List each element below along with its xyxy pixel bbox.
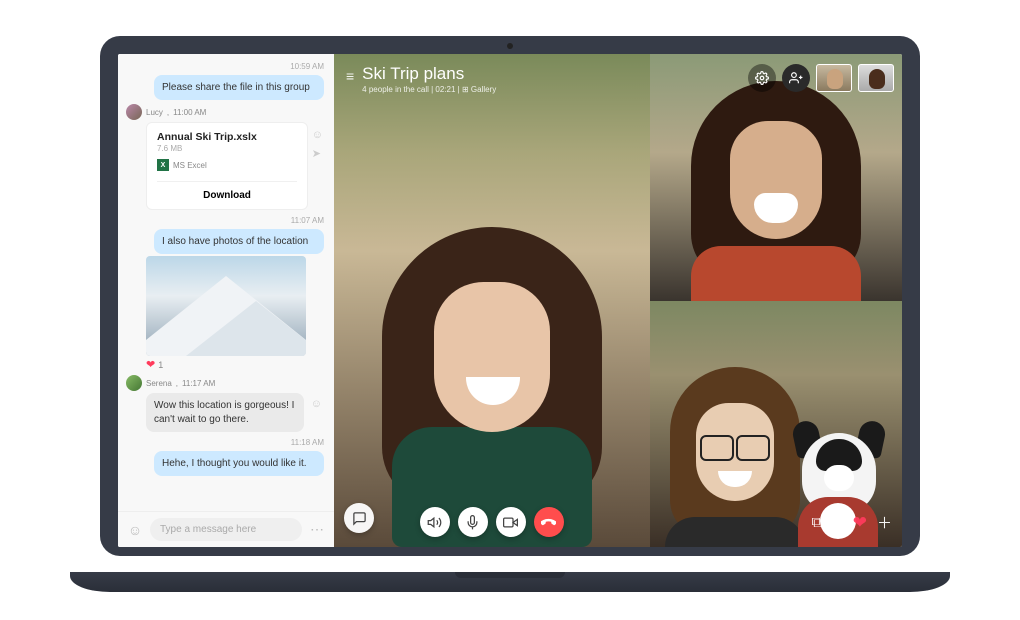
- reaction-controls: ⧉ ⛶ ❤ ＋: [812, 512, 893, 533]
- call-subtitle: 4 people in the call | 02:21 | ⊞ Gallery: [362, 85, 496, 94]
- heart-icon: ❤: [146, 358, 155, 371]
- reaction-row[interactable]: ❤ 1: [146, 358, 324, 371]
- expand-icon[interactable]: ⛶: [832, 514, 843, 531]
- call-header-right: [748, 64, 894, 92]
- phone-hangup-icon: [541, 515, 556, 530]
- laptop-base: [70, 572, 950, 592]
- sender-time: 11:17 AM: [182, 379, 215, 388]
- speaker-button[interactable]: [420, 507, 450, 537]
- photo-attachment[interactable]: [146, 256, 306, 356]
- add-user-icon: [789, 71, 803, 85]
- sender-time: 11:00 AM: [173, 108, 206, 117]
- video-tile-main[interactable]: ≡ Ski Trip plans 4 people in the call | …: [334, 54, 650, 547]
- participant-thumbnail[interactable]: [816, 64, 852, 92]
- mic-button[interactable]: [458, 507, 488, 537]
- timestamp: 11:18 AM: [124, 436, 328, 449]
- camera-button[interactable]: [496, 507, 526, 537]
- message-input[interactable]: Type a message here: [150, 518, 302, 541]
- incoming-message[interactable]: Wow this location is gorgeous! I can't w…: [146, 393, 304, 432]
- self-view-thumbnail[interactable]: [858, 64, 894, 92]
- emoji-react-icon[interactable]: ☺: [312, 129, 323, 141]
- file-name: Annual Ski Trip.xslx: [157, 131, 297, 143]
- video-tile[interactable]: ⧉ ⛶ ❤ ＋: [650, 301, 902, 548]
- add-participant-button[interactable]: [782, 64, 810, 92]
- laptop-frame: 10:59 AM Please share the file in this g…: [70, 36, 950, 584]
- more-icon[interactable]: ⋯: [308, 521, 326, 538]
- speaker-icon: [427, 515, 442, 530]
- file-type-row: X MS Excel: [157, 159, 297, 171]
- hangup-button[interactable]: [534, 507, 564, 537]
- video-side-column: ⧉ ⛶ ❤ ＋: [650, 54, 902, 547]
- menu-icon[interactable]: ≡: [346, 68, 354, 84]
- sender-row: Lucy, 11:00 AM: [126, 104, 326, 120]
- file-app: MS Excel: [173, 161, 207, 170]
- participant-video: [676, 81, 876, 301]
- outgoing-message[interactable]: I also have photos of the location: [154, 229, 324, 254]
- participant-video: [362, 227, 622, 547]
- chat-scroll[interactable]: 10:59 AM Please share the file in this g…: [118, 54, 334, 511]
- chat-panel: 10:59 AM Please share the file in this g…: [118, 54, 334, 547]
- video-call-area: ≡ Ski Trip plans 4 people in the call | …: [334, 54, 902, 547]
- sender-row: Serena, 11:17 AM: [126, 375, 326, 391]
- timestamp: 10:59 AM: [124, 60, 328, 73]
- outgoing-message[interactable]: Please share the file in this group: [154, 75, 324, 100]
- add-reaction-icon[interactable]: ＋: [877, 512, 892, 533]
- settings-button[interactable]: [748, 64, 776, 92]
- sender-name: Lucy: [146, 108, 163, 117]
- avatar[interactable]: [126, 375, 142, 391]
- call-header: ≡ Ski Trip plans 4 people in the call | …: [346, 64, 496, 94]
- excel-icon: X: [157, 159, 169, 171]
- call-controls: [334, 507, 650, 537]
- reaction-count: 1: [158, 360, 163, 370]
- laptop-bezel: 10:59 AM Please share the file in this g…: [100, 36, 920, 556]
- webcam-dot: [507, 43, 513, 49]
- mountain-illustration: [186, 301, 306, 356]
- camera-icon: [503, 515, 518, 530]
- timestamp: 11:07 AM: [124, 214, 328, 227]
- mic-icon: [465, 515, 480, 530]
- card-actions: ☺ ➤: [312, 129, 323, 160]
- avatar[interactable]: [126, 104, 142, 120]
- call-title: Ski Trip plans: [362, 64, 496, 84]
- emoji-picker-icon[interactable]: ☺: [126, 522, 144, 538]
- video-tile[interactable]: [650, 54, 902, 301]
- outgoing-message[interactable]: Hehe, I thought you would like it.: [154, 451, 324, 476]
- download-button[interactable]: Download: [157, 181, 297, 201]
- emoji-react-icon[interactable]: ☺: [311, 397, 322, 412]
- pip-icon[interactable]: ⧉: [812, 514, 823, 531]
- file-attachment-card[interactable]: Annual Ski Trip.xslx 7.6 MB X MS Excel D…: [146, 122, 308, 210]
- sender-name: Serena: [146, 379, 172, 388]
- message-composer: ☺ Type a message here ⋯: [118, 511, 334, 547]
- gear-icon: [755, 71, 769, 85]
- message-text: Wow this location is gorgeous! I can't w…: [154, 400, 294, 425]
- file-size: 7.6 MB: [157, 144, 297, 153]
- forward-icon[interactable]: ➤: [312, 147, 323, 160]
- heart-reaction-button[interactable]: ❤: [853, 513, 867, 533]
- app-window: 10:59 AM Please share the file in this g…: [118, 54, 902, 547]
